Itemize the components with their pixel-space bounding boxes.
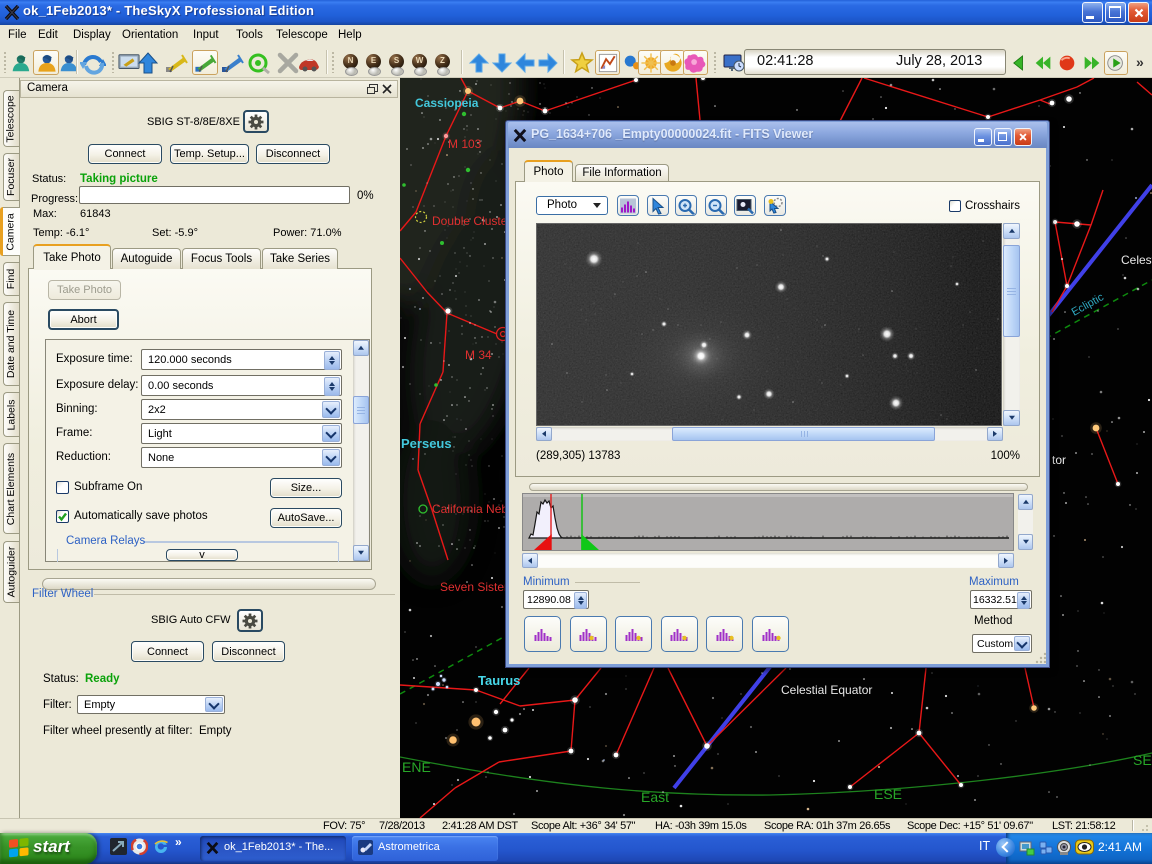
svg-text:California Neb: California Neb [432, 502, 508, 516]
svg-text:East: East [641, 789, 669, 805]
svg-text:M 34: M 34 [465, 348, 492, 362]
svg-text:Celestial: Celestial [1121, 253, 1152, 267]
svg-text:Perseus: Perseus [401, 436, 452, 451]
svg-text:Double Cluster: Double Cluster [432, 214, 511, 228]
svg-text:Cassiopeia: Cassiopeia [415, 96, 479, 110]
svg-text:Celestial Equator: Celestial Equator [781, 683, 872, 697]
svg-text:tor: tor [1052, 453, 1066, 467]
svg-text:Seven Sisters: Seven Sisters [440, 580, 514, 594]
svg-text:Taurus: Taurus [478, 673, 520, 688]
svg-text:ENE: ENE [402, 759, 431, 775]
svg-text:SE: SE [1133, 752, 1152, 768]
svg-text:M 103: M 103 [448, 137, 482, 151]
svg-text:ESE: ESE [874, 786, 902, 802]
